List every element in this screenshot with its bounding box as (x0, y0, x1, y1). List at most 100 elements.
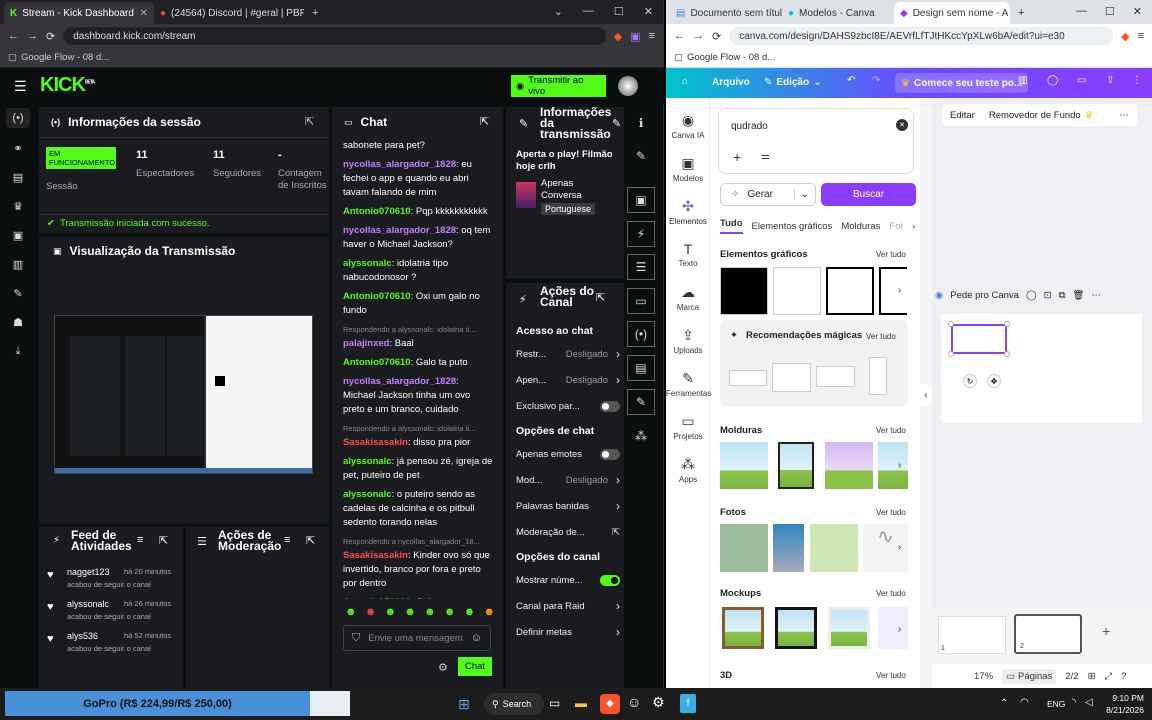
bookmark-item[interactable]: Google Flow - 08 d... (687, 52, 775, 63)
toggle-switch[interactable] (600, 448, 620, 460)
popout-icon[interactable]: ⇱ (159, 534, 168, 547)
close-icon[interactable]: ✕ (140, 8, 148, 19)
canva-sidebar-item[interactable]: ⇪ Uploads (666, 327, 710, 355)
photo-thumb[interactable] (773, 524, 804, 572)
tab-graphics[interactable]: Elementos gráficos (752, 221, 833, 232)
chat-username[interactable]: Antonio070610 (343, 597, 411, 599)
activity-user[interactable]: alys536 (67, 631, 98, 641)
stream-preview-video[interactable] (54, 315, 313, 474)
emoji-icon[interactable]: ☺ (471, 632, 482, 644)
new-tab-icon[interactable]: + (1010, 7, 1032, 24)
network-icon[interactable]: ◠ (1020, 697, 1029, 708)
action-row[interactable]: Restr... Desligado › (516, 341, 620, 367)
windows-start-icon[interactable]: ⊞ (458, 696, 470, 713)
action-row[interactable]: Moderação de... ⇱ (516, 519, 620, 545)
app-icon[interactable]: f (680, 694, 696, 713)
popout-icon[interactable]: ⇱ (306, 534, 315, 547)
chevron-right-icon[interactable]: › (616, 473, 620, 487)
send-chat-button[interactable]: Chat (458, 657, 492, 676)
add-icon[interactable]: + (733, 149, 741, 165)
photo-thumb[interactable] (720, 524, 768, 572)
taskbar-search[interactable]: ⚲ Search (484, 693, 544, 715)
more-icon[interactable]: ⋯ (1120, 110, 1130, 121)
canva-sidebar-item[interactable]: ✎ Ferramentas (666, 370, 711, 398)
url-field[interactable]: dashboard.kick.com/stream (63, 27, 606, 45)
filter-icon[interactable]: ≡ (284, 534, 290, 546)
minimize-icon[interactable]: — (583, 5, 594, 18)
chat-username[interactable]: Antonio070610 (343, 206, 411, 217)
activity-user[interactable]: alyssonalc (67, 599, 109, 609)
close-window-icon[interactable]: ✕ (644, 5, 653, 18)
share-icon[interactable]: ⁂ (627, 423, 655, 449)
activity-user[interactable]: nagget123 (67, 567, 110, 577)
tab-frames[interactable]: Molduras (841, 221, 880, 232)
url-field[interactable]: canva.com/design/DAHS9zbcI8E/AEVrfLfTJtH… (729, 27, 1114, 45)
duplicate-icon[interactable]: ⧉ (1059, 290, 1066, 301)
design-page[interactable]: ↻ ✥ (941, 314, 1142, 423)
language-indicator[interactable]: ENG (1047, 699, 1065, 709)
graphic-thumb[interactable] (773, 267, 821, 315)
frame-thumb[interactable] (720, 442, 768, 489)
graphic-thumb[interactable] (879, 267, 907, 315)
brave-icon[interactable]: ◆ (600, 694, 620, 714)
delete-icon[interactable]: 🗑 (1072, 290, 1084, 301)
action-row[interactable]: Exclusivo par... (516, 393, 620, 419)
emote-icon[interactable]: ☻ (444, 606, 456, 618)
comment-icon[interactable]: ◯ (1047, 75, 1058, 86)
see-all-link[interactable]: Ver tudo (876, 426, 906, 435)
trial-button[interactable]: ♛ Comece seu teste po... (895, 73, 1029, 93)
resize-handle[interactable] (948, 321, 954, 327)
collapse-panel-icon[interactable]: ‹ (920, 384, 932, 406)
canva-sidebar-item[interactable]: ▭ Projetos (666, 413, 710, 441)
sidebar-link-icon[interactable]: ⚭ (6, 138, 30, 158)
file-menu[interactable]: Arquivo (712, 77, 750, 88)
forward-icon[interactable]: → (693, 30, 704, 42)
close-window-icon[interactable]: ✕ (1133, 5, 1142, 18)
toggle-switch[interactable] (600, 574, 620, 586)
reload-icon[interactable]: ⟳ (712, 30, 721, 43)
frame-thumb[interactable] (825, 442, 873, 489)
sidebar-analytics-icon[interactable]: ▥ (6, 254, 30, 274)
chevron-right-icon[interactable]: › (898, 542, 901, 553)
chat-icon[interactable]: ▭ (627, 288, 655, 314)
chat-username[interactable]: palajinxed (343, 338, 389, 349)
clear-search-icon[interactable]: ✕ (896, 119, 908, 131)
see-all-link[interactable]: Ver tudo (866, 332, 896, 341)
menu-icon[interactable]: ≡ (649, 30, 655, 42)
chevron-down-icon[interactable]: ⌄ (793, 189, 815, 200)
pages-button[interactable]: ▭ Páginas (1002, 668, 1057, 684)
move-icon[interactable]: ✥ (987, 374, 1001, 388)
chevron-right-icon[interactable]: › (616, 347, 620, 361)
panel-layout-icon[interactable]: ▣ (627, 187, 655, 213)
magic-thumb[interactable] (729, 370, 767, 386)
edit-menu[interactable]: ✎ Edição ⌄ (764, 77, 822, 88)
tray-chevron-icon[interactable]: ⌃ (1000, 698, 1008, 709)
kick-logo[interactable]: KICKBETA (40, 74, 95, 97)
preview-icon[interactable]: ▤ (627, 355, 655, 381)
frame-thumb[interactable] (778, 442, 814, 489)
generate-button[interactable]: ✧ Gerar ⌄ (720, 183, 816, 206)
emote-icon[interactable]: ☻ (404, 606, 416, 618)
canva-sidebar-item[interactable]: ✣ Elementos (666, 198, 710, 226)
edit-button[interactable]: Editar (950, 110, 975, 121)
toggle-switch[interactable] (600, 400, 620, 412)
edit-icon[interactable]: ✎ (612, 117, 621, 130)
more-icon[interactable]: ⋮ (1132, 75, 1142, 86)
chevron-right-icon[interactable]: › (616, 625, 620, 639)
volume-icon[interactable]: ◁ (1085, 697, 1093, 708)
extension-icon[interactable]: ▣ (630, 30, 640, 43)
sidebar-layout-icon[interactable]: ▤ (6, 167, 30, 187)
tab-canva-models[interactable]: ● Modelos - Canva (782, 2, 894, 24)
avatar[interactable] (618, 76, 638, 96)
chevron-right-icon[interactable]: › (898, 460, 901, 471)
zoom-level[interactable]: 17% (974, 671, 993, 682)
resize-handle[interactable] (1004, 321, 1010, 327)
mockup-thumb[interactable] (828, 607, 870, 649)
popout-icon[interactable]: ⇱ (596, 291, 605, 304)
pen-icon[interactable]: ✎ (627, 143, 655, 169)
menu-icon[interactable]: ≡ (1138, 30, 1144, 42)
search-button[interactable]: Buscar (821, 183, 916, 206)
canva-sidebar-item[interactable]: ▣ Modelos (666, 155, 710, 183)
promo-banner[interactable]: GoPro (R$ 224,99/R$ 250,00) (5, 691, 350, 716)
tab-google-docs[interactable]: ▤ Documento sem título - G (670, 2, 782, 24)
